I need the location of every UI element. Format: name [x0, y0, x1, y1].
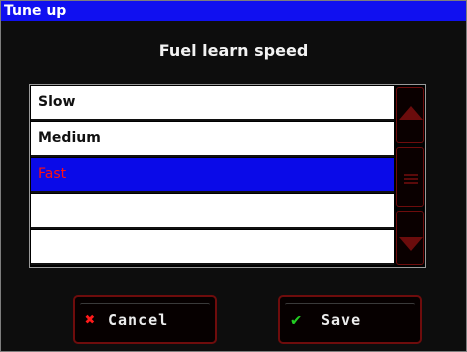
- list-item-medium[interactable]: Medium: [31, 122, 394, 157]
- close-icon: ✖: [85, 310, 96, 330]
- scroll-up-button[interactable]: [396, 87, 424, 143]
- checkmark-icon: ✔: [291, 310, 302, 330]
- tune-up-window: Tune up Fuel learn speed Slow Medium Fas…: [0, 0, 467, 352]
- window-title: Tune up: [1, 1, 466, 21]
- grip-icon: [404, 182, 418, 184]
- list-item-fast-selected[interactable]: Fast: [31, 158, 394, 193]
- save-button[interactable]: ✔ Save: [278, 295, 422, 344]
- scroll-thumb[interactable]: [396, 147, 424, 207]
- scrollbar[interactable]: [396, 87, 424, 265]
- list-item-slow[interactable]: Slow: [31, 86, 394, 121]
- dialog-heading: Fuel learn speed: [158, 41, 309, 60]
- option-list: Slow Medium Fast: [31, 86, 394, 266]
- list-item-empty[interactable]: [31, 194, 394, 229]
- cancel-label: Cancel: [108, 311, 169, 329]
- grip-icon: [404, 178, 418, 180]
- save-label: Save: [321, 311, 362, 329]
- grip-icon: [404, 174, 418, 176]
- cancel-button[interactable]: ✖ Cancel: [73, 295, 217, 344]
- triangle-down-icon: [399, 237, 423, 251]
- triangle-up-icon: [399, 106, 423, 120]
- option-list-frame: Slow Medium Fast: [29, 84, 426, 268]
- scroll-down-button[interactable]: [396, 211, 424, 265]
- list-item-empty[interactable]: [31, 230, 394, 265]
